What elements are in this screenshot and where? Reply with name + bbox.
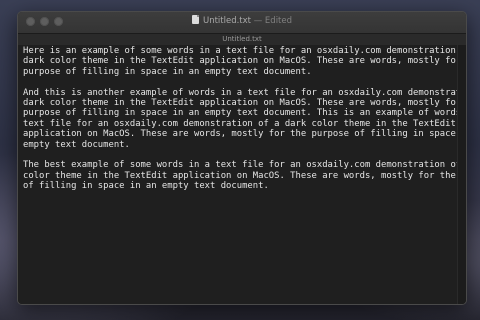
text-line: The best example of some words in a text… (23, 160, 467, 171)
title-bar[interactable]: Untitled.txt — Edited (18, 12, 466, 34)
text-line: Here is an example of some words in a te… (23, 46, 467, 56)
text-line: text file for an osxdaily.com demonstrat… (23, 118, 456, 129)
window-title: Untitled.txt — Edited (18, 15, 466, 26)
text-line: purpose of filling in space in an empty … (23, 66, 312, 77)
text-line: empty text document. (23, 139, 130, 150)
textedit-window[interactable]: Untitled.txt — Edited Untitled.txt Here … (17, 11, 467, 305)
text-line: application on MacOS. These are words, m… (23, 129, 467, 140)
text-line: of filling in space in an empty text doc… (23, 181, 269, 192)
vertical-scrollbar[interactable] (457, 45, 466, 304)
document-status: Edited (264, 16, 293, 26)
text-line: color theme in the TextEdit application … (23, 170, 467, 181)
text-line (23, 150, 457, 160)
tab-untitled[interactable]: Untitled.txt (18, 35, 466, 43)
editor-area[interactable]: Here is an example of some words in a te… (18, 45, 466, 304)
text-line: dark color theme in the TextEdit applica… (23, 56, 467, 67)
document-text[interactable]: Here is an example of some words in a te… (23, 46, 467, 192)
text-line: And this is another example of words in … (23, 87, 467, 98)
text-line: purpose of filling in space in an empty … (23, 108, 467, 119)
title-separator: — (253, 16, 263, 26)
window-title-text: Untitled.txt (202, 16, 252, 26)
text-line (23, 77, 457, 87)
document-icon (191, 15, 199, 24)
text-line: dark color theme in the TextEdit applica… (23, 97, 467, 108)
